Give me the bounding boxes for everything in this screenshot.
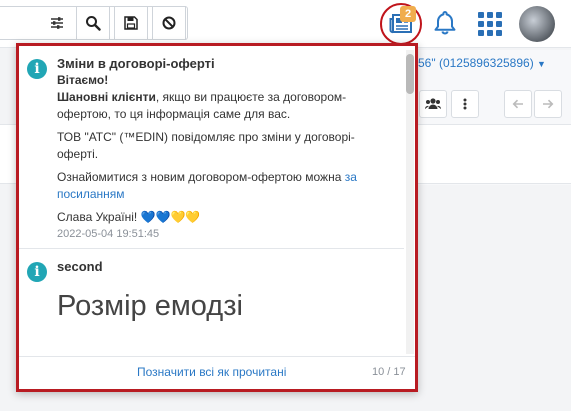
apps-button[interactable] [476,10,504,38]
news-paragraph: Слава Україні! 💙💙💛💛 [57,210,201,224]
page-counter: 10 / 17 [372,366,406,378]
news-date: 2022-05-04 19:51:45 [57,228,160,240]
ban-icon [162,16,176,30]
news-item: i Зміни в договорі-оферті Вітаємо! Шанов… [19,46,404,249]
top-bar: 2 [0,0,571,48]
news-body: Вітаємо! Шановні клієнти, якщо ви працює… [57,72,394,226]
floppy-disk-icon [124,16,138,30]
previous-button[interactable] [504,90,532,118]
clear-button[interactable] [152,6,186,40]
grid-icon [478,12,502,36]
news-heading: Розмір емодзі [57,290,243,322]
account-selector[interactable]: 56" (0125896325896) ▼ [418,56,546,70]
news-paragraph: ТОВ "АТС" (™EDIN) повідомляє про зміни у… [57,130,355,161]
users-icon [425,98,441,109]
popup-footer: Позначити всі як прочитані 10 / 17 [19,356,415,389]
news-popup: i Зміни в договорі-оферті Вітаємо! Шанов… [16,43,418,392]
arrow-right-icon [543,99,554,109]
news-item: i second Розмір емодзі [19,249,404,331]
info-icon: i [27,59,47,79]
search-button[interactable] [76,6,110,40]
chevron-down-icon: ▼ [537,59,546,69]
save-button[interactable] [114,6,148,40]
news-badge: 2 [400,6,416,22]
more-options-button[interactable] [451,90,479,118]
arrow-left-icon [512,99,523,109]
scrollbar-thumb[interactable] [406,54,414,94]
info-icon: i [27,262,47,282]
filter-button[interactable] [40,6,74,40]
notifications-button[interactable] [430,8,460,38]
vertical-dots-icon [463,98,467,110]
user-avatar[interactable] [519,6,555,42]
news-title: second [57,259,103,274]
users-button[interactable] [419,90,447,118]
bell-icon [434,11,456,35]
news-greeting: Вітаємо! [57,73,109,87]
search-icon [86,16,101,31]
account-selector-label: 56" (0125896325896) [418,56,534,70]
news-lead-bold: Шановні клієнти [57,90,156,104]
news-title: Зміни в договорі-оферті [57,56,215,71]
next-button[interactable] [534,90,562,118]
news-paragraph: Ознайомитися з новим договором-офертою м… [57,170,345,184]
scrollbar-track[interactable] [406,50,414,354]
page: 2 56" (0125896325896) ▼ i Зміни в догово… [0,0,571,411]
sliders-icon [51,17,63,29]
mark-all-read-link[interactable]: Позначити всі як прочитані [137,365,286,379]
news-list[interactable]: i Зміни в договорі-оферті Вітаємо! Шанов… [19,46,404,356]
